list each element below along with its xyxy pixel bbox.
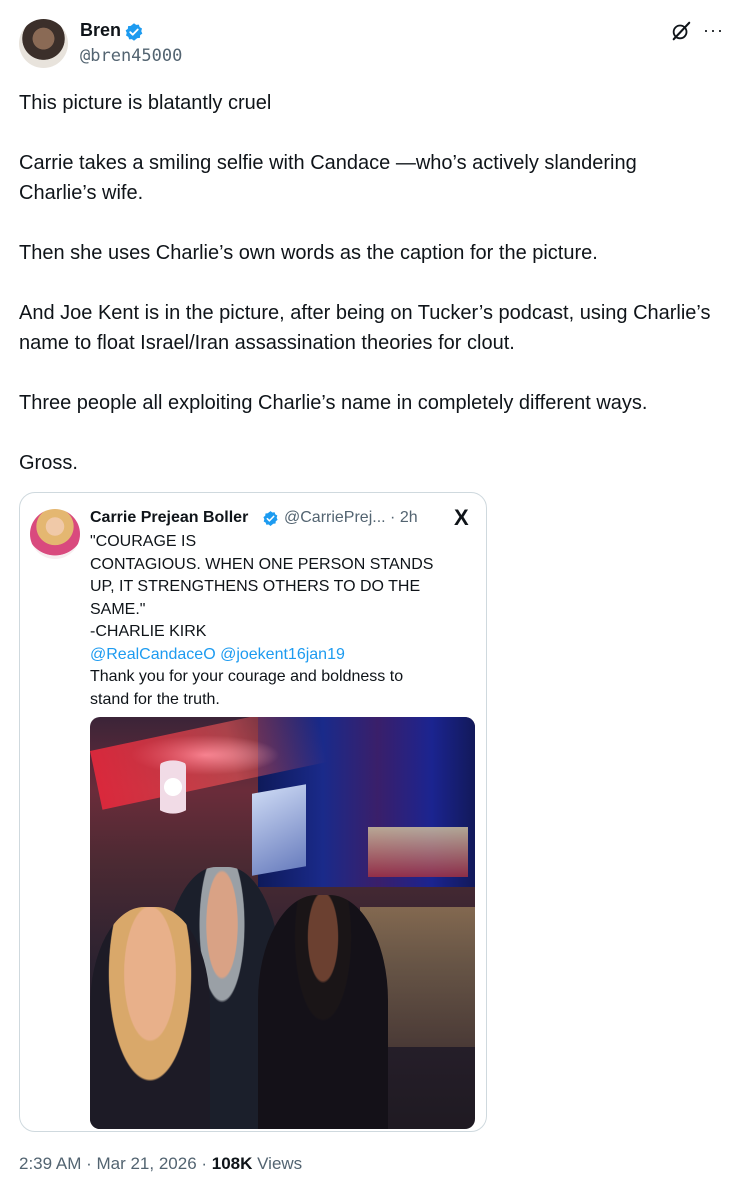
quoted-tweet-text: "COURAGE IS CONTAGIOUS. WHEN ONE PERSON … bbox=[90, 531, 460, 711]
more-options-icon[interactable]: ··· bbox=[703, 20, 724, 41]
photo-stage bbox=[368, 827, 468, 877]
grok-icon[interactable] bbox=[670, 20, 692, 42]
tweet-paragraph: This picture is blatantly cruel bbox=[19, 92, 272, 114]
quoted-author-handle-time[interactable]: @CarriePrej... · 2h bbox=[284, 509, 418, 527]
quoted-author-name[interactable]: Carrie Prejean Boller bbox=[90, 509, 248, 527]
author-name[interactable]: Bren bbox=[80, 20, 121, 41]
verified-badge-icon bbox=[263, 511, 278, 526]
tweet-paragraph: Three people all exploiting Charlie’s na… bbox=[19, 392, 648, 414]
photo-person-left bbox=[90, 907, 210, 1129]
tweet-paragraph: And Joe Kent is in the picture, after be… bbox=[19, 302, 711, 354]
tweet-paragraph: Gross. bbox=[19, 452, 78, 474]
photo-chandelier bbox=[160, 759, 186, 829]
tweet-timestamp[interactable]: 2:39 AM · Mar 21, 2026 · bbox=[19, 1154, 212, 1173]
quote-line: "COURAGE IS bbox=[90, 533, 197, 550]
quote-line: Thank you for your courage and boldness … bbox=[90, 668, 404, 685]
views-count: 108K bbox=[211, 1154, 253, 1173]
photo-screen bbox=[252, 784, 306, 876]
quoted-tweet-photo[interactable] bbox=[90, 717, 475, 1129]
tweet-paragraph: Then she uses Charlie’s own words as the… bbox=[19, 242, 598, 264]
author-handle[interactable]: @bren45000 bbox=[80, 46, 182, 66]
author-avatar[interactable] bbox=[19, 19, 68, 68]
quoted-tweet-card[interactable]: Carrie Prejean Boller @CarriePrej... · 2… bbox=[19, 492, 487, 1132]
quote-line: CONTAGIOUS. WHEN ONE PERSON STANDS bbox=[90, 555, 434, 573]
tweet-text: This picture is blatantly cruel Carrie t… bbox=[19, 88, 719, 508]
x-logo-icon: X bbox=[454, 505, 469, 530]
tweet-paragraph: Carrie takes a smiling selfie with Canda… bbox=[19, 152, 637, 204]
views-label: Views bbox=[252, 1154, 303, 1173]
quote-line: -CHARLIE KIRK bbox=[90, 623, 207, 640]
tweet-metadata: 2:39 AM · Mar 21, 2026 · 108K Views bbox=[19, 1154, 302, 1174]
quote-line: stand for the truth. bbox=[90, 690, 220, 708]
quote-mentions-link[interactable]: @RealCandaceO @joekent16jan19 bbox=[90, 644, 460, 667]
quote-line: SAME." bbox=[90, 600, 146, 618]
quote-line: UP, IT STRENGTHENS OTHERS TO DO THE bbox=[90, 578, 421, 595]
verified-badge-icon bbox=[125, 23, 143, 41]
photo-person-right bbox=[258, 895, 388, 1129]
quoted-author-avatar[interactable] bbox=[30, 509, 80, 559]
